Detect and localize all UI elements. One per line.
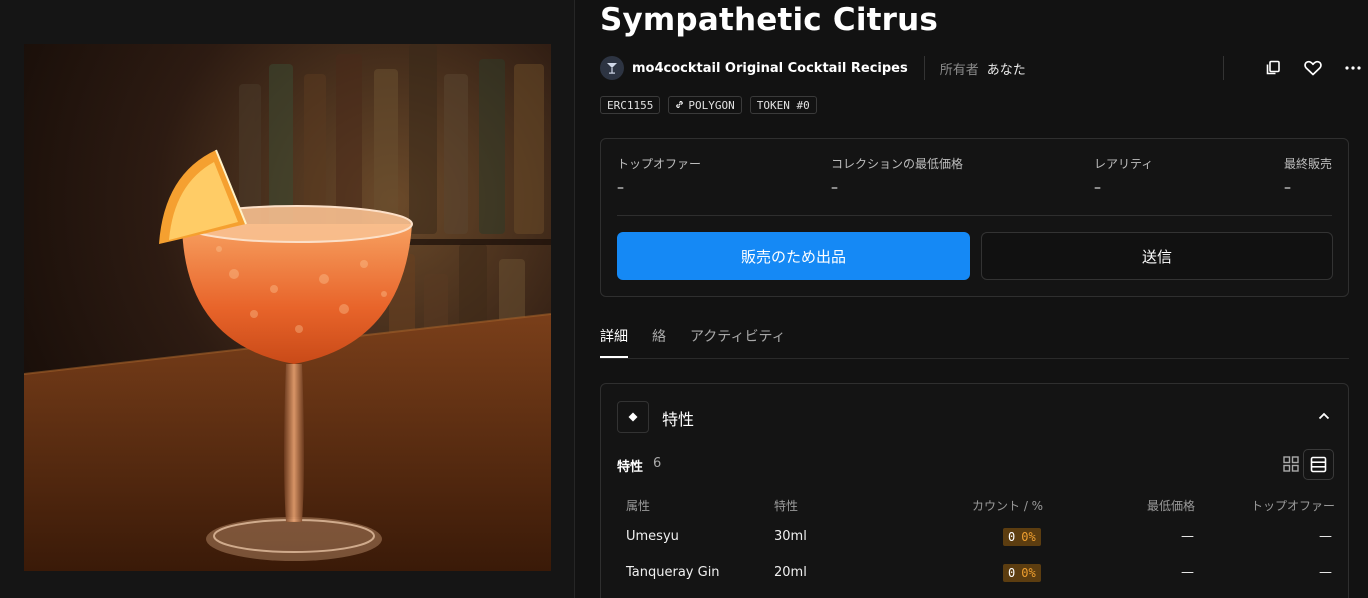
nft-title: Sympathetic Citrus: [600, 2, 939, 38]
col-top-offer[interactable]: トップオファー: [1251, 497, 1335, 514]
owner-label: 所有者: [939, 62, 979, 78]
more-options-icon[interactable]: [1342, 57, 1364, 79]
col-floor[interactable]: 最低価格: [1147, 497, 1195, 514]
link-icon: [675, 99, 684, 112]
tab-activity[interactable]: アクティビティ: [690, 326, 786, 346]
trait-count: 0: [1008, 530, 1016, 544]
trait-count: 0: [1008, 566, 1016, 580]
list-view-icon[interactable]: [1303, 449, 1334, 480]
last-sale-label: 最終販売: [1284, 157, 1333, 171]
trait-floor: —: [1181, 565, 1194, 580]
traits-header[interactable]: 特性: [662, 406, 694, 430]
traits-card: 特性 特性 6 属性 特性 カウント / % 最低価格 トップオファー Umes…: [600, 383, 1349, 598]
trait-attribute: Tanqueray Gin: [626, 565, 720, 580]
chevron-up-icon[interactable]: [1316, 408, 1332, 424]
token-chips: ERC1155 POLYGON TOKEN #0: [600, 96, 817, 114]
count-badge: 0 0%: [1003, 564, 1041, 582]
trait-percent: 0%: [1021, 566, 1036, 580]
traits-count-label: 特性: [617, 460, 644, 475]
trait-top-offer: —: [1319, 565, 1332, 580]
meta-actions: [1223, 56, 1364, 80]
standard-chip: ERC1155: [600, 96, 661, 114]
floor-price-value: –: [831, 180, 838, 196]
price-card: トップオファー – コレクションの最低価格 – レアリティ – 最終販売 – 販…: [600, 138, 1349, 297]
trait-value[interactable]: 20ml: [774, 565, 807, 580]
last-sale-stat: 最終販売 –: [1284, 155, 1332, 196]
active-tab-indicator: [600, 356, 628, 358]
token-id-label: TOKEN #0: [756, 98, 810, 112]
chain-chip[interactable]: POLYGON: [668, 96, 742, 114]
trait-percent: 0%: [1021, 530, 1036, 544]
traits-count: 6: [653, 456, 662, 471]
heart-icon[interactable]: [1302, 57, 1324, 79]
trait-floor: —: [1181, 529, 1194, 544]
top-offer-stat: トップオファー –: [617, 155, 701, 196]
diamond-icon: [617, 401, 649, 433]
list-for-sale-button[interactable]: 販売のため出品: [617, 232, 970, 280]
tab-orders[interactable]: 絡: [652, 326, 666, 346]
collection-link[interactable]: mo4cocktail Original Cocktail Recipes: [632, 61, 908, 76]
rarity-label: レアリティ: [1094, 157, 1154, 171]
tab-details[interactable]: 詳細: [600, 326, 628, 346]
last-sale-value: –: [1284, 180, 1291, 196]
divider: [1223, 56, 1224, 80]
cocktail-illustration: [24, 44, 551, 571]
floor-price-stat: コレクションの最低価格 –: [831, 155, 963, 196]
trait-attribute: Umesyu: [626, 529, 679, 544]
floor-price-label: コレクションの最低価格: [831, 157, 964, 171]
rarity-stat: レアリティ –: [1094, 155, 1153, 196]
copy-icon[interactable]: [1262, 57, 1284, 79]
trait-value[interactable]: 30ml: [774, 529, 807, 544]
divider: [617, 215, 1332, 216]
col-count-pct[interactable]: カウント / %: [972, 497, 1043, 514]
divider: [923, 56, 925, 80]
nft-image[interactable]: [24, 44, 551, 571]
transfer-button[interactable]: 送信: [981, 232, 1333, 280]
col-attribute[interactable]: 属性: [626, 497, 650, 514]
trait-top-offer: —: [1319, 529, 1332, 544]
owner-link[interactable]: あなた: [987, 59, 1026, 78]
chain-chip-label: POLYGON: [688, 98, 735, 112]
rarity-value: –: [1094, 180, 1101, 196]
col-trait[interactable]: 特性: [774, 497, 798, 514]
media-panel: [0, 0, 575, 598]
standard-chip-label: ERC1155: [607, 98, 654, 112]
token-id-chip: TOKEN #0: [749, 96, 817, 114]
detail-tabs: 詳細 絡 アクティビティ: [600, 318, 1349, 359]
grid-view-icon[interactable]: [1282, 455, 1300, 473]
top-offer-label: トップオファー: [617, 157, 702, 171]
meta-row: mo4cocktail Original Cocktail Recipes 所有…: [600, 56, 1361, 80]
cocktail-glass-icon[interactable]: [600, 56, 624, 80]
top-offer-value: –: [617, 180, 624, 196]
count-badge: 0 0%: [1003, 528, 1041, 546]
